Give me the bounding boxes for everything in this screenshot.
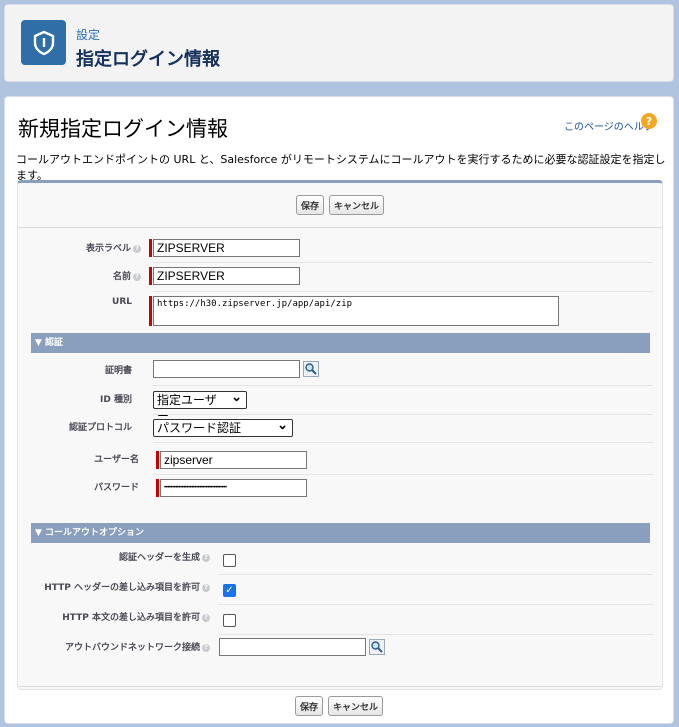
page-title: 新規指定ログイン情報 [18,117,228,141]
username-input[interactable]: zipserver [160,451,307,469]
password-input[interactable]: ••••••••••••••••••••••••••••••••••••••• [160,479,307,497]
header-merge-checkbox[interactable]: ✓ [223,584,236,597]
protocol-label: 認証プロトコル [68,423,132,433]
help-bubble-icon[interactable]: ? [133,272,141,281]
body-merge-checkbox[interactable] [223,614,236,627]
row-divider [153,474,653,475]
setup-header: 設定 指定ログイン情報 [4,4,674,82]
top-button-row: 保存 キャンセル [18,195,662,215]
cancel-button[interactable]: キャンセル [329,195,385,215]
help-bubble-icon[interactable]: ? [202,643,210,652]
lookup-icon[interactable] [303,361,319,377]
password-label: パスワード [93,483,139,493]
label-field-label: 表示ラベル? [18,241,141,254]
breadcrumb[interactable]: 設定 [76,26,100,43]
divider [18,227,662,228]
row-divider [153,385,653,386]
gen-auth-header-text: 認証ヘッダーを生成 [118,553,200,563]
row-divider [153,262,653,263]
page-description: コールアウトエンドポイントの URL と、Salesforce がリモートシステ… [16,153,666,182]
required-marker [149,267,152,285]
help-bubble-icon[interactable]: ? [133,244,141,253]
certificate-label: 証明書 [104,366,132,376]
identity-type-label: ID 種別 [100,395,132,405]
label-field-text: 表示ラベル [85,244,131,254]
header-merge-label: HTTP ヘッダーの差し込み項目を許可? [18,580,210,593]
url-textarea[interactable]: https://h30.zipserver.jp/app/api/zip [153,296,559,326]
row-divider [153,291,653,292]
auth-section-header[interactable]: ▼ 認証 [31,333,650,353]
row-divider [153,442,653,443]
shield-icon [21,20,66,65]
name-field-label: 名前? [18,269,141,282]
identity-type-select[interactable]: 指定ユーザー [153,389,247,423]
gen-auth-header-label: 認証ヘッダーを生成? [18,550,210,563]
required-marker [156,479,159,497]
gen-auth-header-checkbox[interactable] [223,554,236,567]
save-button[interactable]: 保存 [294,696,323,716]
cancel-button[interactable]: キャンセル [328,696,384,716]
outbound-network-input[interactable] [219,638,366,656]
bottom-button-row: 保存 キャンセル [5,696,673,716]
help-bubble-icon[interactable]: ? [202,553,210,562]
protocol-select[interactable]: パスワード認証 [153,417,293,437]
header-merge-text: HTTP ヘッダーの差し込み項目を許可 [44,583,200,593]
body-merge-label: HTTP 本文の差し込み項目を許可? [18,610,210,623]
save-button[interactable]: 保存 [295,195,324,215]
body-merge-text: HTTP 本文の差し込み項目を許可 [62,613,200,623]
help-icon[interactable]: ? [641,113,657,129]
row-divider [153,414,653,415]
edit-form: 保存 キャンセル 表示ラベル? ZIPSERVER 名前? ZIPSERVER … [17,180,663,690]
required-marker [149,296,152,326]
row-divider [218,604,653,605]
header-title: 指定ログイン情報 [76,49,220,70]
required-marker [149,239,152,257]
name-input[interactable]: ZIPSERVER [153,267,300,285]
help-bubble-icon[interactable]: ? [202,613,210,622]
certificate-input[interactable] [153,360,300,378]
outbound-network-text: アウトバウンドネットワーク接続 [64,643,200,653]
outbound-network-label: アウトバウンドネットワーク接続? [18,640,210,653]
row-divider [218,634,653,635]
required-marker [156,451,159,469]
name-field-text: 名前 [112,272,131,282]
username-label: ユーザー名 [94,455,139,465]
lookup-icon[interactable] [369,639,385,655]
help-bubble-icon[interactable]: ? [202,583,210,592]
content-card: 新規指定ログイン情報 このページのヘルプ ? コールアウトエンドポイントの UR… [4,96,674,724]
callout-section-header[interactable]: ▼ コールアウトオプション [31,523,650,543]
row-divider [218,574,653,575]
label-input[interactable]: ZIPSERVER [153,239,300,257]
url-field-label: URL [112,297,132,307]
divider [18,686,662,687]
